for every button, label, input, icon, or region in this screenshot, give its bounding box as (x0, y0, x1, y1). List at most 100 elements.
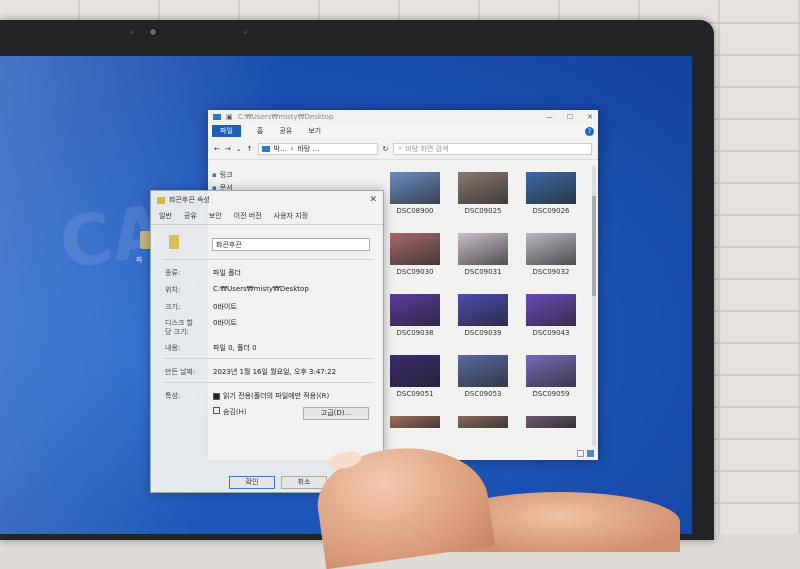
file-thumbnail[interactable]: DSC09039 (452, 294, 514, 337)
file-name: DSC09030 (396, 268, 434, 276)
photo-thumbnail-image (526, 233, 576, 265)
file-thumbnail[interactable]: DSC09026 (520, 172, 582, 215)
file-thumbnail[interactable]: DSC09031 (452, 233, 514, 276)
file-thumbnail[interactable]: DSC09032 (520, 233, 582, 276)
hidden-row: 숨김(H) (213, 407, 247, 417)
tab-customize[interactable]: 사용자 지정 (274, 211, 308, 222)
scrollbar[interactable] (592, 166, 596, 446)
photo-thumbnail-image (390, 294, 440, 326)
explorer-app-icon (213, 114, 221, 120)
row-created: 만든 날짜: 2023년 1월 16일 월요일, 오후 3:47:22 (165, 368, 337, 376)
webcam (149, 28, 157, 36)
refresh-icon[interactable]: ↻ (383, 145, 389, 153)
photo-thumbnail-image (390, 233, 440, 265)
cancel-button[interactable]: 취소 (281, 476, 327, 489)
photo-thumbnail-image (458, 294, 508, 326)
close-icon[interactable]: ✕ (369, 195, 377, 205)
search-icon: ⌕ (398, 144, 403, 152)
details-view-icon[interactable] (577, 450, 584, 457)
photo-thumbnail-image (458, 355, 508, 387)
properties-dialog: 퍄끈후끈 속성 ✕ 일반 공유 보안 이전 버전 사용자 지정 퍄끈후끈 종류:… (150, 190, 384, 493)
breadcrumb-2[interactable]: 바탕 ... (297, 144, 319, 154)
chevron-right-icon: › (290, 144, 294, 153)
search-placeholder: 바탕 화면 검색 (405, 144, 449, 153)
dialog-titlebar: 퍄끈후끈 속성 ✕ (151, 191, 383, 209)
file-thumbnail[interactable]: DSC09025 (452, 172, 514, 215)
maximize-icon[interactable]: ☐ (567, 113, 573, 121)
folder-icon (261, 145, 270, 152)
file-thumbnail[interactable]: DSC09051 (384, 355, 446, 398)
divider (163, 259, 373, 260)
file-thumbnail[interactable] (384, 416, 446, 431)
file-grid: DSC08900 DSC09025 DSC09026 DSC09030 DSC09031… (384, 172, 584, 431)
help-icon[interactable]: ? (585, 126, 594, 136)
file-thumbnail[interactable]: DSC09059 (520, 355, 582, 398)
minimize-icon[interactable]: — (546, 113, 553, 121)
file-name: DSC09051 (396, 390, 434, 398)
file-thumbnail[interactable]: DSC09043 (520, 294, 582, 337)
large-icons-view-icon[interactable] (587, 450, 594, 457)
row-attributes: 특성: 읽기 전용(폴더의 파일에만 적용)(R) (165, 392, 330, 400)
folder-name-input[interactable]: 퍄끈후끈 (212, 238, 370, 251)
row-size: 크기: 0바이트 (165, 303, 237, 311)
tab-file[interactable]: 파일 (212, 125, 241, 137)
tab-sharing[interactable]: 공유 (184, 211, 197, 222)
ribbon-tabs: 파일 홈 공유 보기 ? (208, 124, 598, 138)
readonly-label: 읽기 전용(폴더의 파일에만 적용)(R) (223, 392, 330, 400)
close-icon[interactable]: ✕ (587, 113, 593, 121)
divider (163, 358, 373, 359)
address-bar[interactable]: 박... › 바탕 ... (257, 142, 378, 155)
sensor-dot (130, 31, 133, 34)
row-location: 위치: C:₩Users₩misty₩Desktop (165, 285, 309, 294)
sensor-dot (244, 31, 247, 34)
row-contents: 내용: 파일 0, 폴더 0 (165, 344, 257, 352)
file-thumbnail[interactable]: DSC09030 (384, 233, 446, 276)
breadcrumb-1[interactable]: 박... (274, 144, 287, 154)
nav-label: 링크 (219, 170, 233, 179)
large-folder-icon (169, 235, 179, 249)
tab-previous-versions[interactable]: 이전 버전 (234, 211, 262, 222)
row-size-on-disk-2: 당 크기: (165, 328, 189, 336)
dialog-title: 퍄끈후끈 속성 (169, 196, 210, 204)
scroll-thumb[interactable] (592, 196, 596, 296)
back-icon[interactable]: ← (214, 145, 220, 153)
quick-access-icon[interactable]: ▣ (226, 113, 233, 121)
file-name: DSC09031 (464, 268, 502, 276)
photo-thumbnail-image (458, 233, 508, 265)
nav-item-links[interactable]: ▪ 링크 (212, 168, 284, 181)
tab-general[interactable]: 일반 (159, 211, 172, 222)
chevron-down-icon[interactable]: ⌄ (236, 145, 242, 153)
tab-home[interactable]: 홈 (257, 126, 263, 136)
photo-thumbnail-image (458, 172, 508, 204)
file-name: DSC09026 (532, 207, 570, 215)
explorer-path: C:₩Users₩misty₩Desktop (237, 113, 334, 121)
row-type: 종류: 파일 폴더 (165, 269, 241, 277)
tab-view[interactable]: 보기 (308, 126, 321, 136)
file-thumbnail[interactable]: DSC08900 (384, 172, 446, 215)
file-name: DSC09039 (464, 329, 502, 337)
folder-icon (157, 196, 165, 204)
file-thumbnail[interactable]: DSC09053 (452, 355, 514, 398)
readonly-checkbox[interactable] (213, 392, 220, 400)
up-icon[interactable]: ↑ (247, 145, 253, 153)
desktop-icon-label: 파 (136, 256, 143, 264)
ok-button[interactable]: 확인 (229, 476, 275, 489)
file-name: DSC08900 (396, 207, 434, 215)
photo-thumbnail-image (458, 416, 508, 428)
tab-share[interactable]: 공유 (279, 126, 292, 136)
photo-thumbnail-image (526, 355, 576, 387)
hidden-checkbox[interactable] (213, 407, 220, 414)
file-name: DSC09032 (532, 268, 570, 276)
file-thumbnail[interactable] (452, 416, 514, 431)
tab-security[interactable]: 보안 (209, 211, 222, 222)
divider (163, 382, 373, 383)
advanced-button[interactable]: 고급(D)... (303, 407, 369, 420)
search-input[interactable]: ⌕ 바탕 화면 검색 (393, 142, 592, 155)
forward-icon[interactable]: → (225, 145, 231, 153)
file-thumbnail[interactable] (520, 416, 582, 431)
photo-thumbnail-image (526, 294, 576, 326)
photo-thumbnail-image (390, 172, 440, 204)
explorer-titlebar: ▣ C:₩Users₩misty₩Desktop — ☐ ✕ (208, 110, 598, 124)
file-name: DSC09053 (464, 390, 502, 398)
file-thumbnail[interactable]: DSC09038 (384, 294, 446, 337)
